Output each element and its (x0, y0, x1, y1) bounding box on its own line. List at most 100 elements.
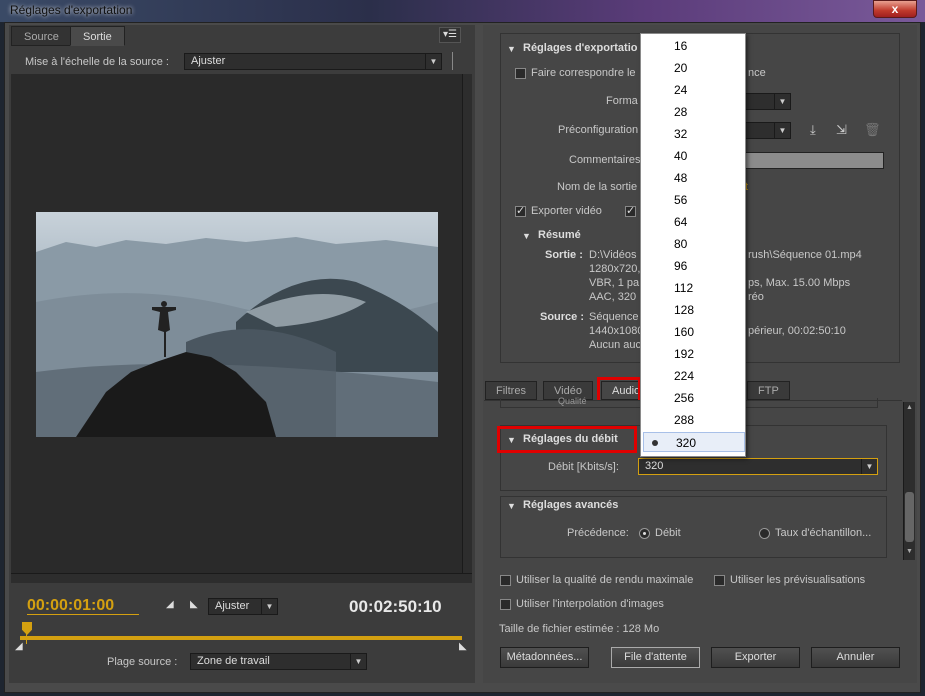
precedence-sample-radio[interactable] (759, 528, 770, 539)
cancel-button[interactable]: Annuler (811, 647, 900, 668)
duration-timecode: 00:02:50:10 (349, 597, 442, 616)
bitrate-option[interactable]: 16 (642, 36, 744, 56)
queue-button[interactable]: File d'attente (611, 647, 700, 668)
timeline-bar[interactable] (20, 636, 462, 640)
collapse-triangle-icon[interactable]: ▼ (507, 435, 516, 445)
output-line-1-end: rush\Séquence 01.mp4 (748, 249, 862, 261)
collapse-triangle-icon[interactable]: ▼ (507, 501, 516, 511)
bitrate-option[interactable]: 80 (642, 234, 744, 254)
range-label: Plage source : (107, 656, 178, 668)
window-title: Réglages d'exportation (10, 3, 133, 17)
scale-value: Ajuster (191, 55, 226, 67)
bitrate-option[interactable]: 24 (642, 80, 744, 100)
output-line-3: VBR, 1 pa (589, 277, 640, 289)
mark-in-icon[interactable]: ◢ (166, 599, 174, 610)
tab-source[interactable]: Source (11, 26, 72, 46)
bitrate-value: 320 (645, 460, 664, 472)
bitrate-option[interactable]: 20 (642, 58, 744, 78)
chevron-down-icon: ▼ (774, 94, 790, 109)
export-button[interactable]: Exporter (711, 647, 800, 668)
mark-out-icon[interactable]: ◣ (190, 599, 198, 610)
collapse-triangle-icon[interactable]: ▼ (522, 231, 531, 241)
comments-input[interactable] (745, 152, 884, 169)
out-point-icon[interactable]: ◣ (459, 641, 467, 652)
chevron-down-icon: ▼ (861, 459, 877, 474)
collapse-triangle-icon[interactable]: ▼ (507, 44, 516, 54)
panel-menu-icon[interactable]: ▾☰ (439, 27, 461, 43)
comments-label: Commentaires (569, 154, 641, 166)
match-sequence-label-end: nce (748, 67, 766, 79)
match-sequence-label: Faire correspondre le (531, 67, 636, 79)
advanced-settings-header: Réglages avancés (523, 499, 619, 511)
bitrate-option[interactable]: 288 (642, 410, 744, 430)
zoom-dropdown[interactable]: Ajuster ▼ (208, 598, 278, 615)
bitrate-option[interactable]: 56 (642, 190, 744, 210)
preset-dropdown[interactable]: ▼ (745, 122, 791, 139)
close-button[interactable]: x (873, 0, 917, 18)
match-sequence-checkbox[interactable] (515, 68, 526, 79)
metadata-button[interactable]: Métadonnées... (500, 647, 589, 668)
current-timecode[interactable]: 00:00:01:00 (27, 597, 114, 615)
chevron-down-icon: ▼ (261, 599, 277, 614)
source-summary-label: Source : (540, 311, 585, 323)
bitrate-option-label: 320 (676, 436, 697, 450)
bitrate-option[interactable]: 48 (642, 168, 744, 188)
summary-header: Résumé (538, 229, 581, 241)
scale-dropdown[interactable]: Ajuster ▼ (184, 53, 442, 70)
output-line-4-end: réo (748, 291, 764, 303)
chevron-down-icon: ▼ (425, 54, 441, 69)
playhead-line (26, 630, 27, 644)
source-line-3: Aucun auc (589, 339, 641, 351)
bitrate-dropdown[interactable]: 320 ▼ (638, 458, 878, 475)
title-bar: Réglages d'exportation x (0, 0, 925, 22)
bitrate-dropdown-list[interactable]: 16 20 24 28 32 40 48 56 64 80 96 112 128 160 192 224 256… (640, 33, 746, 457)
bitrate-option[interactable]: 96 (642, 256, 744, 276)
delete-preset-icon[interactable]: 🗑 (864, 122, 881, 138)
precedence-bitrate-label: Débit (655, 527, 681, 539)
output-line-1: D:\Vidéos (589, 249, 637, 261)
format-label: Forma (606, 95, 638, 107)
bitrate-option[interactable]: 224 (642, 366, 744, 386)
preview-scrollbar-v[interactable] (462, 74, 472, 573)
scroll-thumb[interactable] (905, 492, 914, 542)
output-line-2: 1280x720, (589, 263, 641, 275)
export-audio-checkbox[interactable] (625, 204, 636, 217)
quality-label-cut: Qualité (558, 396, 587, 406)
bitrate-option[interactable]: 28 (642, 102, 744, 122)
format-dropdown[interactable]: ▼ (745, 93, 791, 110)
bitrate-option[interactable]: 320 (643, 432, 745, 452)
output-line-4: AAC, 320 (589, 291, 637, 303)
range-dropdown[interactable]: Zone de travail ▼ (190, 653, 367, 670)
bitrate-option[interactable]: 160 (642, 322, 744, 342)
bitrate-option[interactable]: 128 (642, 300, 744, 320)
scroll-down-icon[interactable]: ▼ (905, 548, 914, 558)
import-preset-icon[interactable]: ⇲ (836, 122, 847, 138)
range-value: Zone de travail (197, 655, 270, 667)
export-settings-header: Réglages d'exportatio (523, 42, 638, 54)
precedence-bitrate-radio[interactable] (639, 528, 650, 539)
preview-scrollbar-h[interactable] (11, 573, 472, 583)
bitrate-option[interactable]: 40 (642, 146, 744, 166)
scroll-up-icon[interactable]: ▲ (905, 404, 914, 414)
bitrate-option[interactable]: 192 (642, 344, 744, 364)
max-quality-checkbox[interactable] (500, 575, 511, 586)
export-video-checkbox[interactable] (515, 204, 526, 217)
audio-scrollbar[interactable]: ▲ ▼ (903, 402, 915, 560)
bitrate-settings-header: Réglages du débit (523, 433, 618, 445)
export-video-label: Exporter vidéo (531, 205, 602, 217)
precedence-label: Précédence: (567, 527, 629, 539)
estimated-file-size: Taille de fichier estimée : 128 Mo (499, 623, 660, 635)
separator (452, 52, 453, 70)
in-point-icon[interactable]: ◢ (15, 641, 23, 652)
frame-blending-checkbox[interactable] (500, 599, 511, 610)
bitrate-option[interactable]: 112 (642, 278, 744, 298)
bitrate-option[interactable]: 32 (642, 124, 744, 144)
source-line-2: 1440x1080 (589, 325, 644, 337)
bitrate-option[interactable]: 256 (642, 388, 744, 408)
preset-label: Préconfiguration (558, 124, 639, 136)
tab-output[interactable]: Sortie (70, 26, 125, 46)
use-previews-checkbox[interactable] (714, 575, 725, 586)
save-preset-icon[interactable]: ⤓ (810, 122, 816, 138)
bitrate-option[interactable]: 64 (642, 212, 744, 232)
video-preview-image (36, 212, 438, 437)
